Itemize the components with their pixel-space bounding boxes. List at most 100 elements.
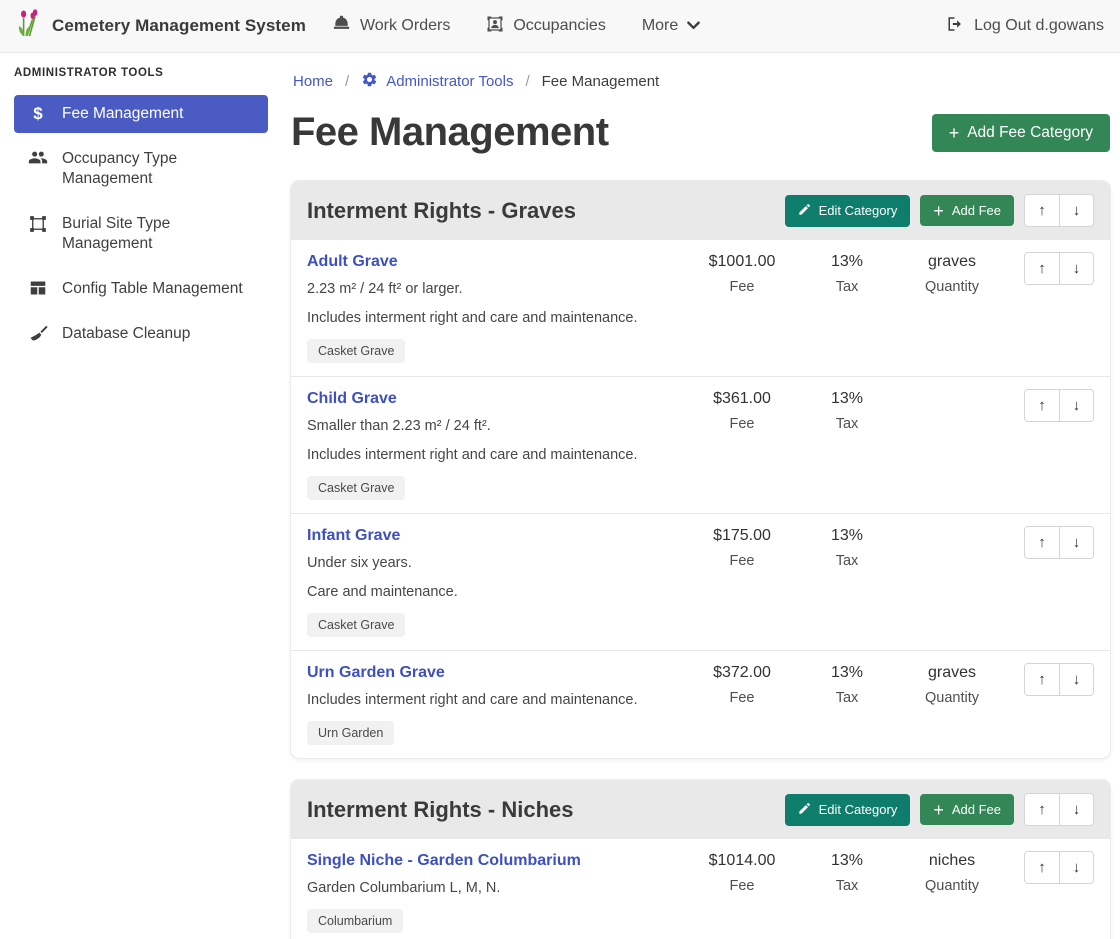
sidebar-item-occupancy-type[interactable]: Occupancy Type Management	[14, 140, 268, 198]
move-category-down-button[interactable]: ↓	[1059, 794, 1093, 825]
fee-amount: $175.00	[682, 527, 802, 545]
move-fee-up-button[interactable]: ↑	[1025, 253, 1059, 284]
fee-row: Urn Garden Grave Includes interment righ…	[291, 651, 1110, 758]
fee-details: Adult Grave 2.23 m² / 24 ft² or larger. …	[307, 252, 682, 363]
tax-label: Tax	[802, 690, 892, 706]
move-fee-down-button[interactable]: ↓	[1059, 527, 1093, 558]
breadcrumb-admin-tools[interactable]: Administrator Tools	[361, 71, 513, 92]
fee-row: Infant Grave Under six years. Care and m…	[291, 514, 1110, 651]
add-fee-label: Add Fee	[952, 802, 1001, 817]
move-fee-up-button[interactable]: ↑	[1025, 852, 1059, 883]
fee-type-badge: Casket Grave	[307, 613, 405, 637]
move-category-up-button[interactable]: ↑	[1025, 195, 1059, 226]
plus-icon: +	[933, 204, 944, 218]
move-fee-up-button[interactable]: ↑	[1025, 664, 1059, 695]
sidebar-item-burial-site-type[interactable]: Burial Site Type Management	[14, 205, 268, 263]
fee-description: Includes interment right and care and ma…	[307, 446, 674, 465]
sidebar-item-fee-management[interactable]: $ Fee Management	[14, 95, 268, 133]
fee-type-badge: Urn Garden	[307, 721, 394, 745]
fee-reorder-group: ↑ ↓	[1024, 851, 1094, 884]
fee-amount-label: Fee	[682, 416, 802, 432]
quantity-label: Quantity	[892, 690, 1012, 706]
move-fee-down-button[interactable]: ↓	[1059, 390, 1093, 421]
logout-link[interactable]: Log Out d.gowans	[945, 15, 1104, 38]
pencil-icon	[798, 203, 811, 219]
dollar-icon: $	[27, 105, 49, 123]
chevron-down-icon	[687, 17, 700, 35]
breadcrumb-home[interactable]: Home	[293, 73, 333, 90]
edit-category-label: Edit Category	[819, 203, 898, 218]
person-frame-icon	[486, 15, 504, 38]
fee-description: Garden Columbarium L, M, N.	[307, 879, 674, 898]
sidebar-item-database-cleanup[interactable]: Database Cleanup	[14, 315, 268, 353]
fee-details: Urn Garden Grave Includes interment righ…	[307, 663, 682, 745]
app-title: Cemetery Management System	[52, 16, 306, 36]
category-title: Interment Rights - Graves	[307, 198, 775, 224]
table-icon	[27, 280, 49, 296]
fee-category-card-graves: Interment Rights - Graves Edit Category …	[291, 181, 1110, 758]
arrow-up-icon: ↑	[1038, 260, 1046, 277]
fee-name-link[interactable]: Infant Grave	[307, 527, 400, 545]
fee-row: Single Niche - Garden Columbarium Garden…	[291, 839, 1110, 939]
add-fee-button[interactable]: + Add Fee	[920, 794, 1014, 825]
category-reorder-group: ↑ ↓	[1024, 793, 1094, 826]
people-icon	[27, 150, 49, 165]
category-header: Interment Rights - Graves Edit Category …	[291, 181, 1110, 240]
move-fee-up-button[interactable]: ↑	[1025, 527, 1059, 558]
category-header: Interment Rights - Niches Edit Category …	[291, 780, 1110, 839]
edit-category-button[interactable]: Edit Category	[785, 794, 911, 826]
move-category-up-button[interactable]: ↑	[1025, 794, 1059, 825]
fee-row: Child Grave Smaller than 2.23 m² / 24 ft…	[291, 377, 1110, 514]
move-fee-down-button[interactable]: ↓	[1059, 852, 1093, 883]
tax-value: 13%	[802, 527, 892, 545]
add-fee-category-label: Add Fee Category	[967, 124, 1093, 142]
fee-category-card-niches: Interment Rights - Niches Edit Category …	[291, 780, 1110, 939]
breadcrumb-current: Fee Management	[542, 73, 660, 90]
nav-occupancies-label: Occupancies	[513, 17, 606, 35]
arrow-down-icon: ↓	[1073, 534, 1081, 551]
nav-work-orders[interactable]: Work Orders	[332, 15, 450, 37]
fee-type-badge: Casket Grave	[307, 476, 405, 500]
move-fee-down-button[interactable]: ↓	[1059, 664, 1093, 695]
fee-reorder-group: ↑ ↓	[1024, 526, 1094, 559]
fee-name-link[interactable]: Urn Garden Grave	[307, 664, 445, 682]
hard-hat-icon	[332, 15, 351, 37]
arrow-up-icon: ↑	[1038, 534, 1046, 551]
move-fee-up-button[interactable]: ↑	[1025, 390, 1059, 421]
fee-description: Includes interment right and care and ma…	[307, 691, 674, 710]
fee-name-link[interactable]: Child Grave	[307, 390, 397, 408]
main-nav: Work Orders Occupancies More	[332, 15, 700, 38]
sidebar: ADMINISTRATOR TOOLS $ Fee Management Occ…	[0, 53, 280, 360]
main-content: Home / Administrator Tools / Fee Managem…	[280, 53, 1120, 939]
edit-category-button[interactable]: Edit Category	[785, 195, 911, 227]
quantity-value: graves	[892, 253, 1012, 271]
nav-occupancies[interactable]: Occupancies	[486, 15, 606, 38]
add-fee-category-button[interactable]: + Add Fee Category	[932, 114, 1110, 152]
fee-reorder-group: ↑ ↓	[1024, 389, 1094, 422]
breadcrumb: Home / Administrator Tools / Fee Managem…	[293, 71, 1110, 92]
category-reorder-group: ↑ ↓	[1024, 194, 1094, 227]
quantity-label: Quantity	[892, 878, 1012, 894]
fee-amount: $1014.00	[682, 852, 802, 870]
add-fee-button[interactable]: + Add Fee	[920, 195, 1014, 226]
fee-amount: $1001.00	[682, 253, 802, 271]
fee-description: Care and maintenance.	[307, 583, 674, 602]
category-title: Interment Rights - Niches	[307, 797, 775, 823]
plus-icon: +	[949, 126, 960, 140]
fee-amount: $361.00	[682, 390, 802, 408]
page-title: Fee Management	[291, 110, 609, 155]
move-category-down-button[interactable]: ↓	[1059, 195, 1093, 226]
fee-description: Includes interment right and care and ma…	[307, 309, 674, 328]
move-fee-down-button[interactable]: ↓	[1059, 253, 1093, 284]
sidebar-item-config-table[interactable]: Config Table Management	[14, 270, 268, 308]
breadcrumb-separator: /	[345, 73, 349, 90]
sidebar-item-label: Fee Management	[62, 104, 184, 124]
fee-name-link[interactable]: Adult Grave	[307, 253, 398, 271]
sidebar-item-label: Occupancy Type Management	[62, 149, 258, 189]
sidebar-heading: ADMINISTRATOR TOOLS	[14, 67, 268, 79]
nav-more[interactable]: More	[642, 17, 700, 35]
fee-name-link[interactable]: Single Niche - Garden Columbarium	[307, 852, 581, 870]
fee-amount: $372.00	[682, 664, 802, 682]
arrow-down-icon: ↓	[1073, 671, 1081, 688]
app-brand[interactable]: Cemetery Management System	[16, 9, 306, 44]
